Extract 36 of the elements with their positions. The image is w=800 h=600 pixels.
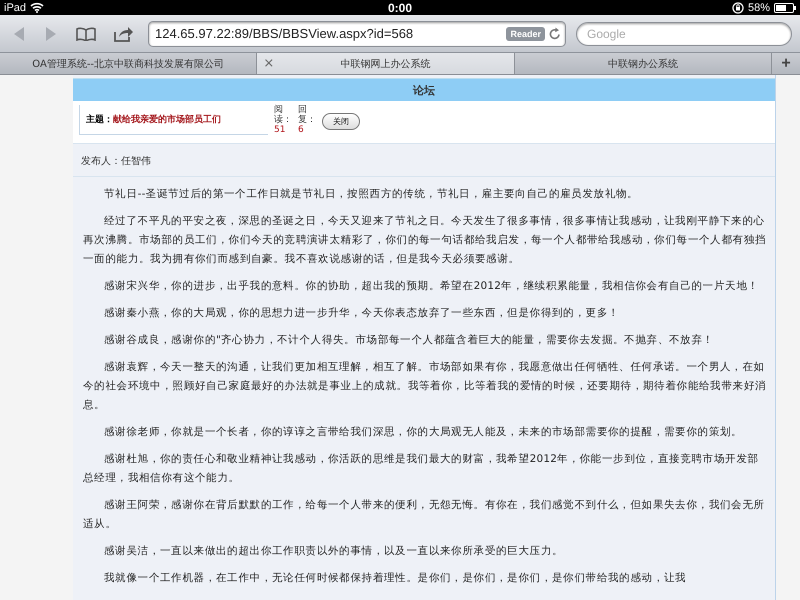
read-count: 51 <box>274 125 286 135</box>
paragraph: 感谢谷成良，感谢你的"齐心协力，不计个人得失。市场部每一个人都蕴含着巨大的能量，需要你去发掘。不抛弃、不放弃！ <box>103 333 715 348</box>
browser-tab[interactable]: OA管理系统--北京中联商科技发展有限公司 <box>0 53 258 74</box>
rotation-lock-icon <box>732 2 744 14</box>
paragraph: 感谢袁辉，今天一整天的沟通，让我们更加相互理解，相互了解。市场部如果有你，我愿意做出任何牺牲、任何承诺。一个男人，在如今的社会环境中，照顾好自己家庭最好的办法就是事业上的成就。我等着你，比等着我的爱情的时候，还要期待，期待着你能给我带来好消息。 <box>83 360 767 413</box>
paragraph: 感谢王阿荣，感谢你在背后默默的工作，给每一个人带来的便利，无怨无悔。有你在，我们感觉不到什么，但如果失去你，我们会无所适从。 <box>83 498 766 532</box>
subject-label: 主题： <box>86 115 113 125</box>
close-tab-button[interactable]: × <box>263 56 274 71</box>
paragraph: 感谢杜旭，你的责任心和敬业精神让我感动，你活跃的思维是我们最大的财富，我希望2012年，你能一步到位，直接竞聘市场开发部总经理，我相信你有这个能力。 <box>83 452 760 486</box>
reply-count: 6 <box>298 125 304 135</box>
address-field[interactable]: 124.65.97.22:89/BBS/BBSView.aspx?id=568 Reader <box>148 20 566 46</box>
author-line: 发布人：任智伟 <box>80 155 152 169</box>
book-icon[interactable] <box>76 26 96 40</box>
paragraph: 感谢吴洁，一直以来做出的超出你工作职责以外的事情，以及一直以来你所承受的巨大压力。 <box>103 544 564 559</box>
battery-percent: 58% <box>748 2 770 14</box>
share-icon[interactable] <box>114 26 134 42</box>
paragraph: 经过了不平凡的平安之夜，深思的圣诞之日，今天又迎来了节礼之日。今天发生了很多事情，很多事情让我感动，让我刚平静下来的心再次沸腾。市场部的员工们，你们今天的竞聘演讲太精彩了，你们的每一句话都给我启发，每一个人都带给我感动，你们每一个人都有独挡一面的能力。我为拥有你们而感到自豪。我不喜欢说感谢的话，但是我今天必须要感谢。 <box>83 214 767 267</box>
reload-icon[interactable] <box>549 27 561 40</box>
read-count-label: 阅读： <box>274 105 292 125</box>
device-name: iPad <box>4 2 26 14</box>
paragraph: 我就像一个工作机器，在工作中，无论任何时候都保持着理性。是你们，是你们，是你们，是你们带给我的感动，让我 <box>103 571 688 586</box>
subject-title: 献给我亲爱的市场部员工们 <box>113 115 221 125</box>
wifi-icon <box>30 2 44 13</box>
paragraph: 节礼日--圣诞节过后的第一个工作日就是节礼日，按照西方的传统，节礼日，雇主要向自己的雇员发放礼物。 <box>103 187 640 202</box>
search-field[interactable]: Google <box>576 22 792 46</box>
battery-icon <box>774 2 796 12</box>
clock-time: 0:00 <box>388 0 412 14</box>
forum-title: 论坛 <box>73 78 775 101</box>
browser-tab[interactable]: 中联钢办公系统 <box>514 53 772 74</box>
new-tab-button[interactable]: + <box>772 53 800 74</box>
paragraph: 感谢徐老师，你就是一个长者，你的谆谆之言带给我们深思，你的大局观无人能及，未来的市场部需要你的提醒，需要你的策划。 <box>103 425 744 440</box>
reply-count-label: 回复： <box>298 105 316 125</box>
paragraph: 感谢宋兴华，你的进步，出乎我的意料。你的协助，超出我的预期。希望在2012年，继续积累能量，我相信你会有自己的一片天地！ <box>103 279 760 294</box>
paragraph: 感谢秦小燕，你的大局观，你的思想力进一步升华，今天你表态放弃了一些东西，但是你得到的，更多！ <box>103 306 620 321</box>
browser-tab[interactable]: × 中联钢网上办公系统 <box>257 53 515 74</box>
close-button[interactable]: 关闭 <box>322 113 360 130</box>
